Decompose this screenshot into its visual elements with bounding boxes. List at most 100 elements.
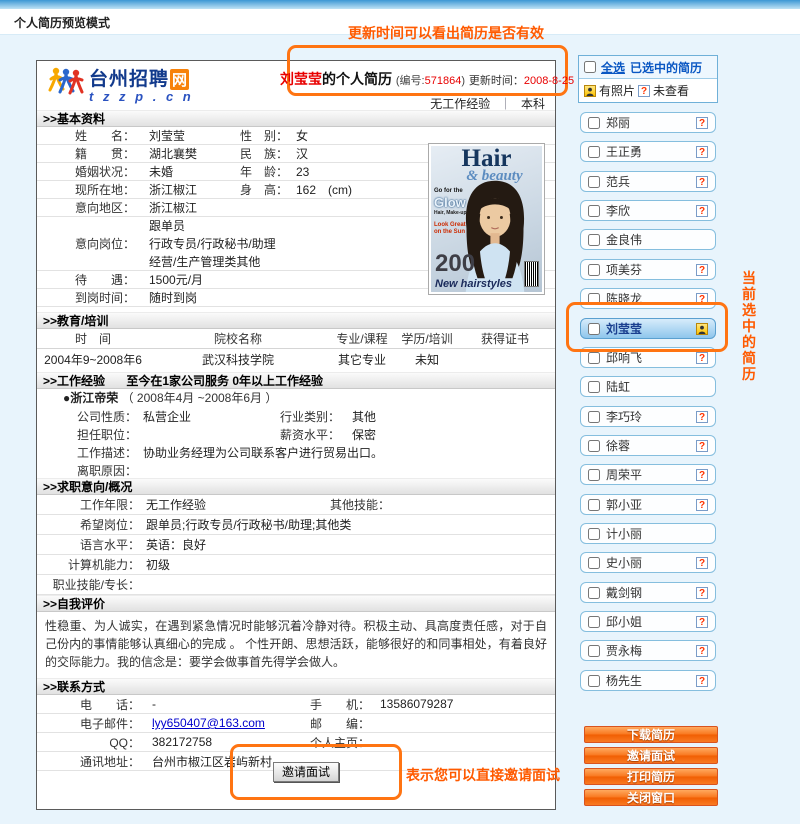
unviewed-icon: ? — [696, 146, 708, 158]
candidate-checkbox[interactable] — [588, 264, 600, 276]
close-window-button[interactable]: 关闭窗口 — [584, 789, 718, 806]
candidate-item-0[interactable]: 郑丽? — [580, 112, 716, 133]
unviewed-icon: ? — [696, 117, 708, 129]
label-ethnic: 民 族： — [240, 145, 286, 162]
section-contact-title: >>联系方式 — [43, 680, 105, 694]
candidate-item-5[interactable]: 项美芬? — [580, 259, 716, 280]
candidate-checkbox[interactable] — [588, 587, 600, 599]
tag-degree: 本科 — [521, 97, 545, 111]
contact-rows: 电 话：- 手 机：13586079287 电子邮件：lyy650407@163… — [37, 695, 555, 771]
position-line-3: 经营/生产管理类其他 — [149, 253, 276, 271]
logo-text: 台州招聘网 t z z p . c n — [89, 64, 194, 104]
download-resume-button[interactable]: 下载简历 — [584, 726, 718, 743]
site-logo[interactable]: 台州招聘网 t z z p . c n — [47, 64, 194, 104]
candidate-item-3[interactable]: 李欣? — [580, 200, 716, 221]
edu-school: 武汉科技学院 — [149, 351, 327, 368]
label-salary: 待 遇： — [37, 271, 135, 288]
candidate-item-16[interactable]: 戴剑钢? — [580, 582, 716, 603]
label-leave-reason: 离职原因： — [37, 462, 137, 479]
education-header-row: 时 间 院校名称 专业/课程 学历/培训 获得证书 — [37, 329, 555, 349]
label-height: 身 高： — [240, 181, 286, 198]
candidate-checkbox[interactable] — [588, 616, 600, 628]
candidate-item-19[interactable]: 杨先生? — [580, 670, 716, 691]
invite-interview-button[interactable]: 邀请面试 — [273, 762, 339, 782]
has-photo-icon — [696, 323, 708, 335]
selected-resume-hint: 当前选中的简历 — [741, 270, 757, 382]
unviewed-icon: ? — [638, 85, 650, 97]
candidate-checkbox[interactable] — [588, 117, 600, 129]
section-intention: >>求职意向/概况 — [37, 478, 555, 495]
candidate-checkbox[interactable] — [588, 234, 600, 246]
candidate-checkbox[interactable] — [588, 352, 600, 364]
candidate-checkbox[interactable] — [588, 381, 600, 393]
unviewed-icon: ? — [696, 176, 708, 188]
candidate-checkbox[interactable] — [588, 557, 600, 569]
candidate-checkbox[interactable] — [588, 440, 600, 452]
unviewed-icon: ? — [696, 499, 708, 511]
edu-degree: 未知 — [397, 351, 457, 368]
candidate-item-8[interactable]: 邱响飞? — [580, 347, 716, 368]
label-industry: 行业类别： — [270, 408, 340, 425]
selected-resumes-title: 已选中的简历 — [630, 59, 702, 76]
work-row-desc: 工作描述：协助业务经理为公司联系客户进行贸易出口。 — [37, 443, 555, 461]
candidate-checkbox[interactable] — [588, 205, 600, 217]
value-hope-position: 跟单员;行政专员/行政秘书/助理;其他类 — [140, 516, 351, 533]
value-age: 23 — [286, 165, 309, 179]
section-selfeval-title: >>自我评价 — [43, 597, 105, 611]
candidate-item-10[interactable]: 李巧玲? — [580, 406, 716, 427]
candidate-item-18[interactable]: 贾永梅? — [580, 640, 716, 661]
candidate-item-11[interactable]: 徐蓉? — [580, 435, 716, 456]
candidate-item-17[interactable]: 邱小姐? — [580, 611, 716, 632]
edu-col-time: 时 间 — [37, 330, 149, 347]
edu-time: 2004年9~2008年6 — [37, 351, 149, 368]
label-mobile: 手 机： — [290, 696, 370, 713]
value-salary: 1500元/月 — [135, 271, 240, 288]
value-company-type: 私营企业 — [137, 408, 270, 425]
candidate-item-4[interactable]: 金良伟 — [580, 229, 716, 250]
candidate-item-6[interactable]: 陈晓龙? — [580, 288, 716, 309]
edu-col-major: 专业/课程 — [327, 330, 397, 347]
candidate-name-label: 项美芬 — [606, 261, 696, 278]
legend-photo-label: 有照片 — [599, 82, 635, 99]
candidate-item-13[interactable]: 郭小亚? — [580, 494, 716, 515]
candidate-checkbox[interactable] — [588, 469, 600, 481]
candidate-checkbox[interactable] — [588, 293, 600, 305]
select-all-link[interactable]: 全选 — [601, 59, 625, 76]
candidate-name-label: 邱响飞 — [606, 349, 696, 366]
intention-row-years: 工作年限：无工作经验 其他技能： — [37, 495, 555, 515]
candidate-name-label: 杨先生 — [606, 672, 696, 689]
candidate-item-1[interactable]: 王正勇? — [580, 141, 716, 162]
select-all-checkbox[interactable] — [584, 61, 596, 73]
candidate-checkbox[interactable] — [588, 146, 600, 158]
value-qq: 382172758 — [140, 735, 290, 749]
candidate-checkbox[interactable] — [588, 499, 600, 511]
candidate-item-9[interactable]: 陆虹 — [580, 376, 716, 397]
label-email: 电子邮件： — [37, 715, 140, 732]
candidate-item-7-selected[interactable]: 刘莹莹 — [580, 318, 716, 339]
invite-interview-sidebar-button[interactable]: 邀请面试 — [584, 747, 718, 764]
candidate-checkbox[interactable] — [588, 176, 600, 188]
candidate-item-15[interactable]: 史小丽? — [580, 552, 716, 573]
candidate-item-14[interactable]: 计小丽 — [580, 523, 716, 544]
edu-col-cert: 获得证书 — [457, 330, 553, 347]
candidate-checkbox[interactable] — [588, 323, 600, 335]
resume-title-line: 刘莹莹的个人简历 (编号:571864) 更新时间：2008-8-25 — [280, 69, 545, 89]
candidate-item-12[interactable]: 周荣平? — [580, 464, 716, 485]
print-resume-button[interactable]: 打印简历 — [584, 768, 718, 785]
selfeval-text: 性稳重、为人诚实，在遇到紧急情况时能够沉着冷静对待。积极主动、具高度责任感，对于… — [37, 612, 555, 671]
work-rows: ●浙江帝荣 （ 2008年4月 ~2008年6月 ） 公司性质：私营企业 行业类… — [37, 389, 555, 479]
email-link[interactable]: lyy650407@163.com — [140, 716, 290, 730]
unviewed-icon: ? — [696, 411, 708, 423]
candidate-checkbox[interactable] — [588, 411, 600, 423]
value-position-lines: 跟单员 行政专员/行政秘书/助理 经营/生产管理类其他 — [135, 217, 276, 271]
candidate-name-label: 刘莹莹 — [606, 320, 696, 337]
sidebar-header: 全选 已选中的简历 有照片 ? 未查看 — [578, 55, 718, 103]
candidate-checkbox[interactable] — [588, 645, 600, 657]
candidate-checkbox[interactable] — [588, 675, 600, 687]
value-salary-level: 保密 — [340, 426, 376, 443]
work-row-leave: 离职原因： — [37, 461, 555, 479]
candidate-item-2[interactable]: 范兵? — [580, 171, 716, 192]
candidate-name: 刘莹莹 — [280, 71, 322, 87]
candidate-checkbox[interactable] — [588, 528, 600, 540]
section-education-title: >>教育/培训 — [43, 314, 108, 328]
